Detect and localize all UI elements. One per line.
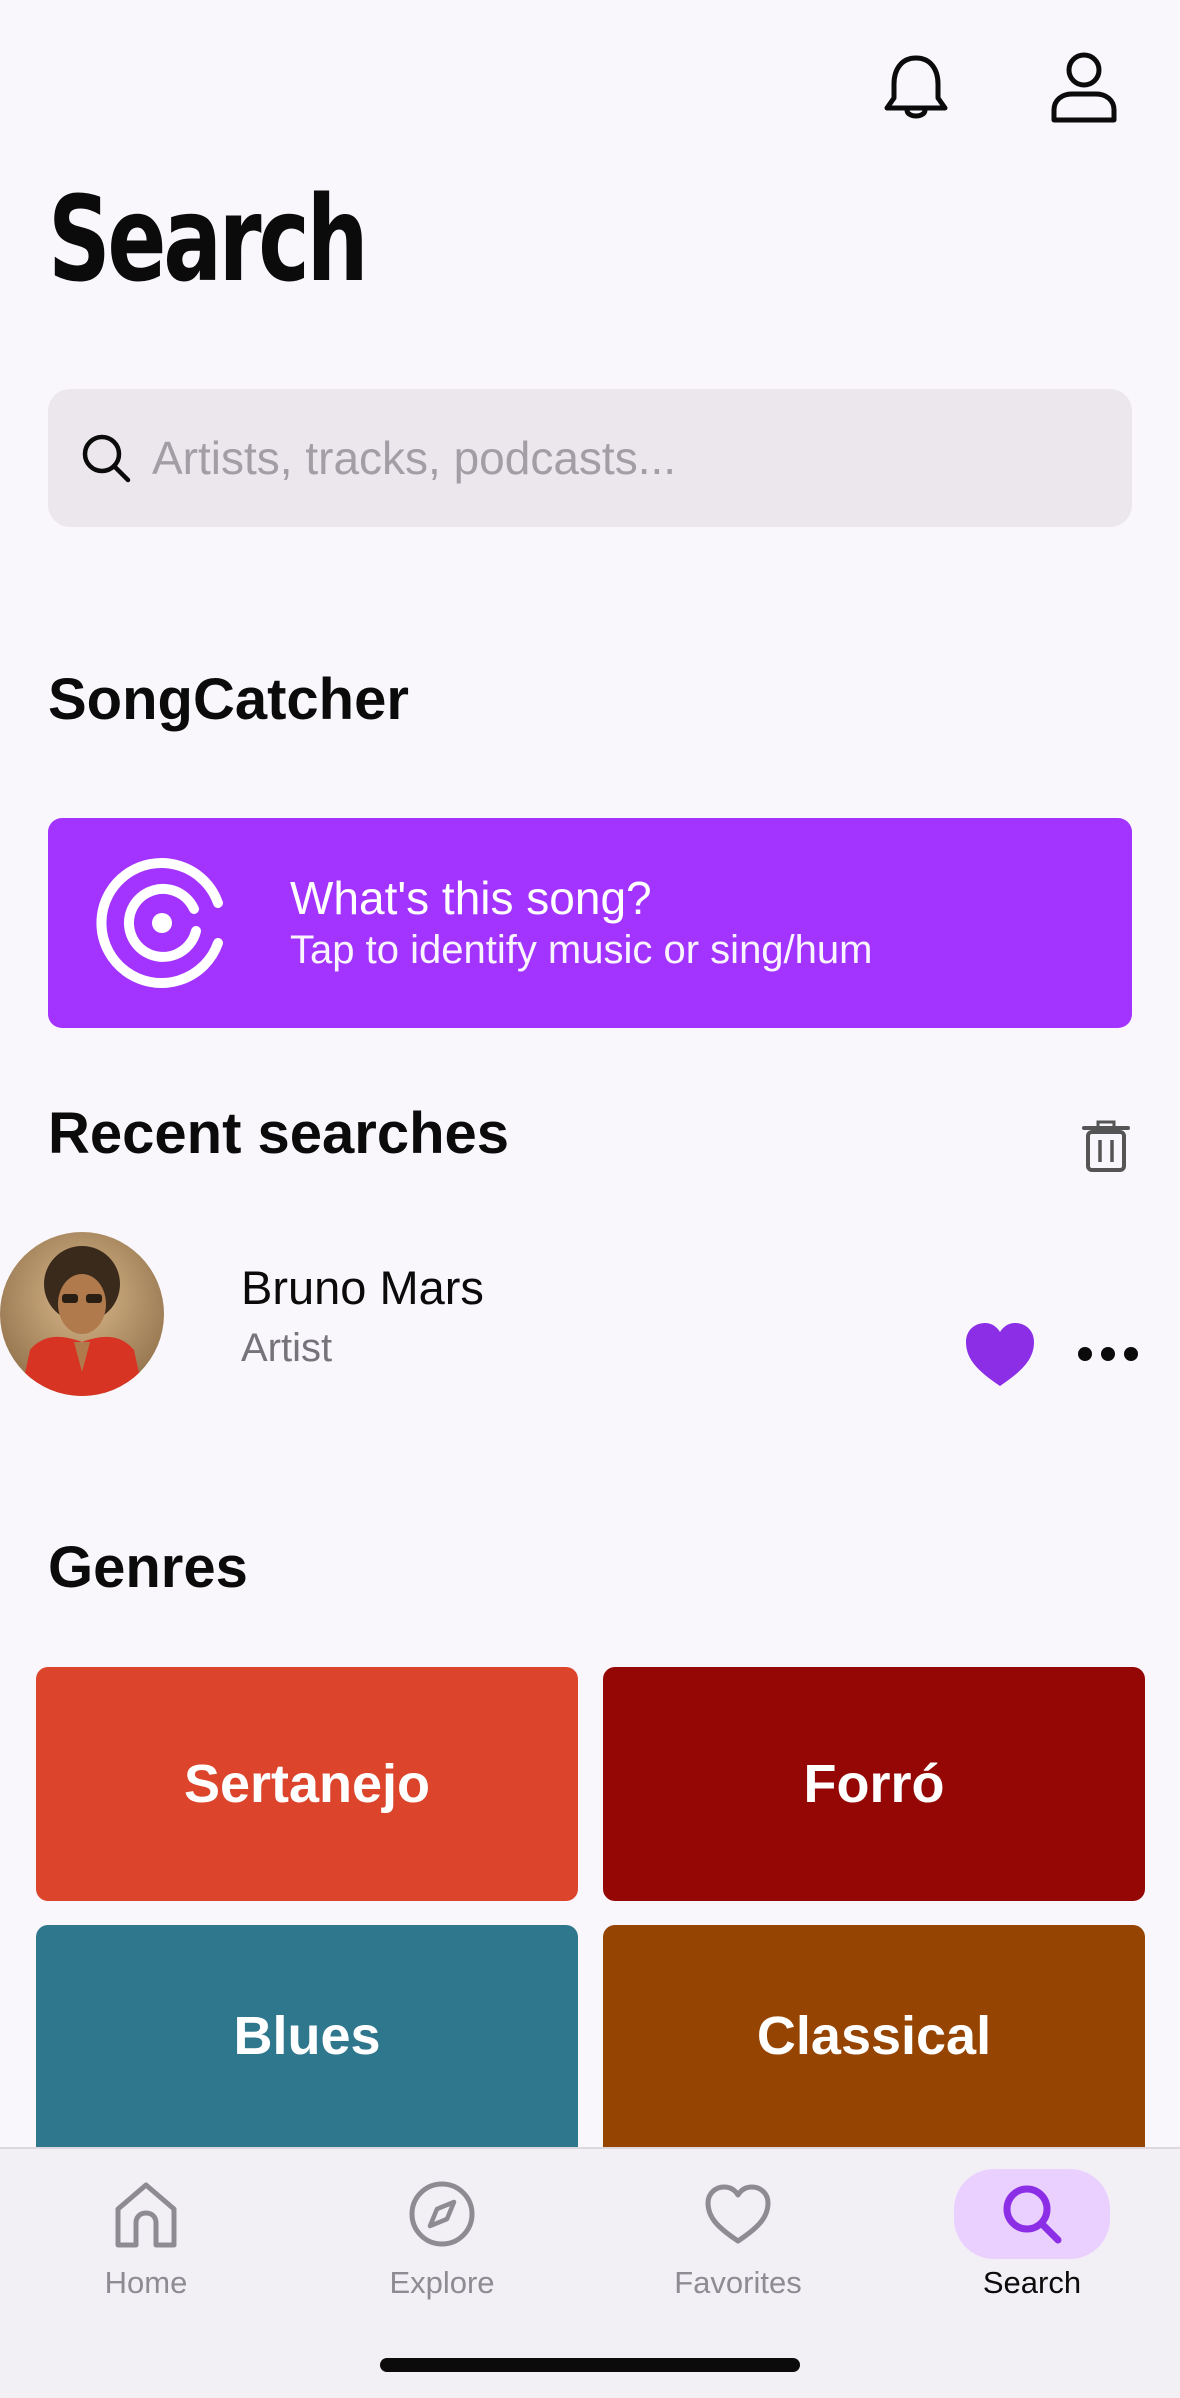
recent-item-name: Bruno Mars — [241, 1261, 484, 1314]
list-item[interactable]: Bruno Mars Artist — [0, 1232, 1180, 1412]
home-icon — [96, 2169, 196, 2259]
tab-search[interactable]: Search — [942, 2169, 1122, 2301]
user-icon — [1051, 52, 1117, 123]
heart-icon — [688, 2169, 788, 2259]
heart-filled-icon — [966, 1323, 1034, 1386]
tab-favorites[interactable]: Favorites — [648, 2169, 828, 2301]
genre-label: Forró — [803, 1754, 945, 1814]
recent-searches-title: Recent searches — [48, 1101, 510, 1166]
favorite-button[interactable] — [962, 1320, 1038, 1396]
search-placeholder: Artists, tracks, podcasts... — [152, 432, 677, 484]
genre-tile[interactable]: Classical — [603, 1925, 1145, 2147]
search-input[interactable]: Artists, tracks, podcasts... — [48, 389, 1132, 527]
search-icon — [78, 430, 134, 486]
songcatcher-section-title: SongCatcher — [48, 667, 409, 732]
tab-label: Explore — [389, 2265, 495, 2300]
profile-button[interactable] — [1044, 48, 1124, 128]
genre-label: Classical — [756, 2006, 992, 2066]
more-icon — [1078, 1347, 1138, 1361]
compass-icon — [392, 2169, 492, 2259]
clear-recent-button[interactable] — [1078, 1118, 1134, 1174]
search-icon — [954, 2169, 1110, 2259]
more-options-button[interactable] — [1076, 1328, 1140, 1380]
genre-tile[interactable]: Sertanejo — [36, 1667, 578, 1901]
home-indicator — [380, 2358, 800, 2372]
recent-item-type: Artist — [241, 1326, 333, 1370]
songcatcher-subtitle: Tap to identify music or sing/hum — [290, 928, 873, 972]
genre-label: Sertanejo — [183, 1754, 431, 1814]
page-title: Search — [48, 170, 369, 308]
tab-label: Search — [982, 2265, 1082, 2300]
genre-label: Blues — [233, 2006, 381, 2066]
genres-title: Genres — [48, 1535, 248, 1600]
songcatcher-title: What's this song? — [290, 872, 652, 924]
genre-tile[interactable]: Forró — [603, 1667, 1145, 1901]
tab-label: Home — [104, 2265, 188, 2300]
tab-label: Favorites — [674, 2265, 802, 2300]
trash-icon — [1082, 1120, 1130, 1172]
avatar — [0, 1232, 164, 1396]
songcatcher-button[interactable]: What's this song? Tap to identify music … — [48, 818, 1132, 1028]
genre-tile[interactable]: Blues — [36, 1925, 578, 2147]
notifications-button[interactable] — [876, 48, 956, 128]
tab-explore[interactable]: Explore — [352, 2169, 532, 2301]
song-identify-icon — [96, 858, 223, 988]
tab-home[interactable]: Home — [56, 2169, 236, 2301]
bell-icon — [884, 55, 948, 119]
